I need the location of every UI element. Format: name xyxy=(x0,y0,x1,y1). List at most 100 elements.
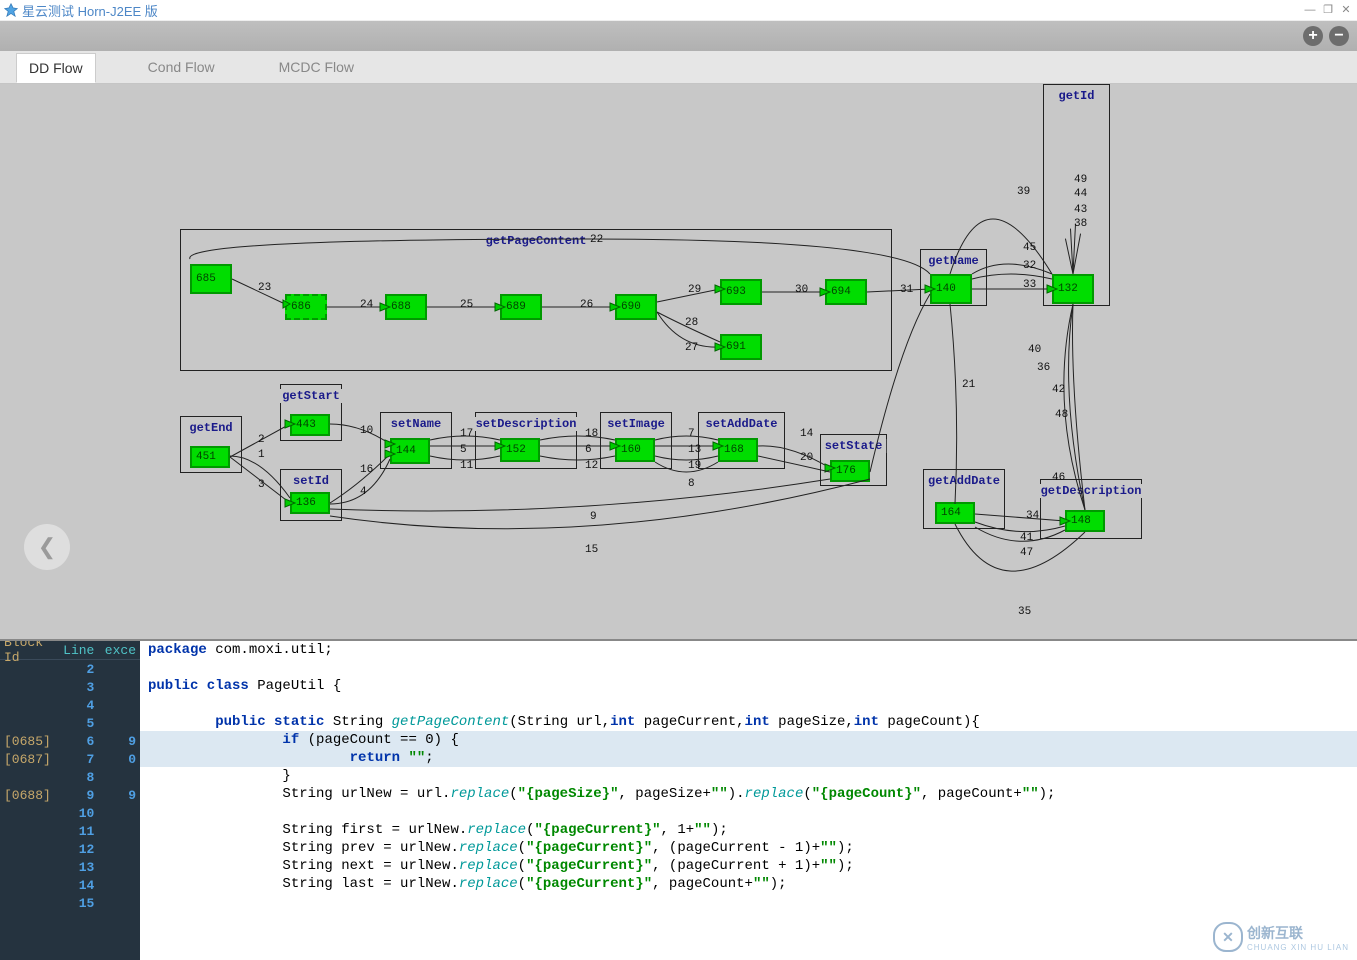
tab-dd-flow[interactable]: DD Flow xyxy=(16,53,96,83)
gutter-row[interactable]: 4 xyxy=(0,696,140,714)
gutter-row[interactable]: 3 xyxy=(0,678,140,696)
edge-label: 49 xyxy=(1074,174,1087,186)
gutter-header-exce: exce xyxy=(98,643,140,658)
code-line[interactable]: package com.moxi.util; xyxy=(140,641,1357,659)
edge-label: 43 xyxy=(1074,204,1087,216)
gutter-row[interactable]: 15 xyxy=(0,894,140,912)
nav-left-button[interactable]: ❮ xyxy=(24,524,70,570)
edge-label: 10 xyxy=(360,425,373,437)
node-136[interactable]: 136 xyxy=(290,492,330,514)
gutter-row[interactable]: 5 xyxy=(0,714,140,732)
container-label: setDescription xyxy=(472,417,581,431)
edge-label: 48 xyxy=(1055,409,1068,421)
gutter-row[interactable]: 12 xyxy=(0,840,140,858)
edge-label: 8 xyxy=(688,478,695,490)
code-line[interactable] xyxy=(140,659,1357,677)
maximize-icon[interactable]: ❐ xyxy=(1321,3,1335,17)
edge-label: 6 xyxy=(585,444,592,456)
node-148[interactable]: 148 xyxy=(1065,510,1105,532)
zoom-out-button[interactable]: − xyxy=(1329,26,1349,46)
edge-label: 39 xyxy=(1017,186,1030,198)
edge-label: 2 xyxy=(258,434,265,446)
gutter-row[interactable]: [0685]69 xyxy=(0,732,140,750)
app-logo-icon xyxy=(4,3,18,17)
node-160[interactable]: 160 xyxy=(615,438,655,462)
edge-label: 19 xyxy=(688,460,701,472)
edge-label: 47 xyxy=(1020,547,1033,559)
code-line[interactable]: } xyxy=(140,767,1357,785)
node-168[interactable]: 168 xyxy=(718,438,758,462)
code-line[interactable]: if (pageCount == 0) { xyxy=(140,731,1357,749)
gutter-row[interactable]: 10 xyxy=(0,804,140,822)
container-label: getEnd xyxy=(185,421,236,435)
code-line[interactable]: String next = urlNew.replace("{pageCurre… xyxy=(140,857,1357,875)
code-line[interactable]: return ""; xyxy=(140,749,1357,767)
code-line[interactable] xyxy=(140,803,1357,821)
diagram-canvas[interactable]: ❮ xyxy=(0,84,1357,639)
node-689[interactable]: 689 xyxy=(500,294,542,320)
node-694[interactable]: 694 xyxy=(825,279,867,305)
edge-label: 16 xyxy=(360,464,373,476)
node-691[interactable]: 691 xyxy=(720,334,762,360)
gutter-row[interactable]: 14 xyxy=(0,876,140,894)
edge-label: 4 xyxy=(360,486,367,498)
node-688[interactable]: 688 xyxy=(385,294,427,320)
edge-label: 22 xyxy=(590,234,603,246)
node-140[interactable]: 140 xyxy=(930,274,972,304)
edge-label: 33 xyxy=(1023,279,1036,291)
container-label: getId xyxy=(1054,89,1098,103)
edge-label: 38 xyxy=(1074,218,1087,230)
container-label: getDescription xyxy=(1037,484,1146,498)
node-443[interactable]: 443 xyxy=(290,414,330,436)
close-icon[interactable]: ✕ xyxy=(1339,3,1353,17)
edge-label: 40 xyxy=(1028,344,1041,356)
edge-label: 14 xyxy=(800,428,813,440)
gutter-header: Block Id Line exce xyxy=(0,641,140,660)
node-144[interactable]: 144 xyxy=(390,438,430,464)
tab-mcdc-flow[interactable]: MCDC Flow xyxy=(267,53,366,81)
node-132[interactable]: 132 xyxy=(1052,274,1094,304)
node-451[interactable]: 451 xyxy=(190,446,230,468)
node-152[interactable]: 152 xyxy=(500,438,540,462)
gutter-row[interactable]: [0688]99 xyxy=(0,786,140,804)
minimize-icon[interactable]: — xyxy=(1303,3,1317,17)
container-label: getName xyxy=(924,254,982,268)
node-690[interactable]: 690 xyxy=(615,294,657,320)
code-line[interactable]: String first = urlNew.replace("{pageCurr… xyxy=(140,821,1357,839)
gutter-header-line: Line xyxy=(57,643,99,658)
edge-label: 3 xyxy=(258,479,265,491)
container-label: getPageContent xyxy=(482,234,591,248)
code-line[interactable] xyxy=(140,695,1357,713)
node-685[interactable]: 685 xyxy=(190,264,232,294)
gutter-row[interactable]: 11 xyxy=(0,822,140,840)
gutter-row[interactable]: [0687]70 xyxy=(0,750,140,768)
code-line[interactable]: public static String getPageContent(Stri… xyxy=(140,713,1357,731)
code-line[interactable]: String last = urlNew.replace("{pageCurre… xyxy=(140,875,1357,893)
tab-cond-flow[interactable]: Cond Flow xyxy=(136,53,227,81)
code-line[interactable]: String prev = urlNew.replace("{pageCurre… xyxy=(140,839,1357,857)
edge-label: 1 xyxy=(258,449,265,461)
node-693[interactable]: 693 xyxy=(720,279,762,305)
edge-label: 20 xyxy=(800,452,813,464)
gutter-row[interactable]: 13 xyxy=(0,858,140,876)
container-label: setName xyxy=(387,417,445,431)
edge-label: 25 xyxy=(460,299,473,311)
app-title: 星云测试 Horn-J2EE 版 xyxy=(22,1,158,20)
edge-label: 9 xyxy=(590,511,597,523)
gutter-header-block: Block Id xyxy=(0,641,57,665)
node-686[interactable]: 686 xyxy=(285,294,327,320)
edge-label: 42 xyxy=(1052,384,1065,396)
edge-label: 29 xyxy=(688,284,701,296)
edge-label: 35 xyxy=(1018,606,1031,618)
edge-label: 32 xyxy=(1023,260,1036,272)
code-line[interactable]: public class PageUtil { xyxy=(140,677,1357,695)
node-164[interactable]: 164 xyxy=(935,502,975,524)
gutter-row[interactable]: 8 xyxy=(0,768,140,786)
edge-label: 31 xyxy=(900,284,913,296)
zoom-in-button[interactable]: + xyxy=(1303,26,1323,46)
toolbar: + − xyxy=(0,21,1357,51)
edge-label: 12 xyxy=(585,460,598,472)
node-176[interactable]: 176 xyxy=(830,460,870,482)
code-area[interactable]: package com.moxi.util; public class PageU… xyxy=(140,641,1357,960)
code-line[interactable]: String urlNew = url.replace("{pageSize}"… xyxy=(140,785,1357,803)
